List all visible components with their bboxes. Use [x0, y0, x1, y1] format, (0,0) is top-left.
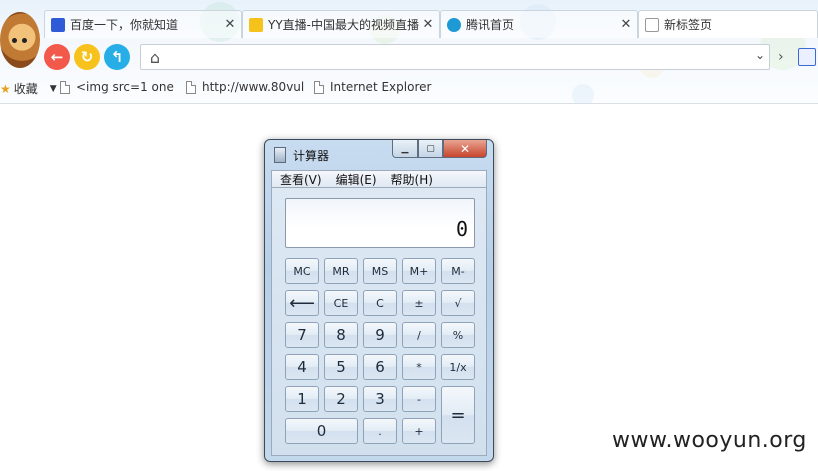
close-button[interactable]: ✕	[443, 140, 487, 158]
reciprocal-key[interactable]: 1/x	[441, 354, 475, 380]
menu-view[interactable]: 查看(V)	[280, 171, 322, 188]
calculator-window: 计算器 ▁ ▢ ✕ 查看(V) 编辑(E) 帮助(H) 0 MC MR MS M+ M-…	[264, 139, 494, 462]
favorite-item-label: Internet Explorer	[330, 80, 432, 94]
baidu-search-icon[interactable]	[798, 48, 816, 66]
back-button[interactable]: ←	[44, 44, 70, 70]
memory-subtract-key[interactable]: M-	[441, 258, 475, 284]
equals-key[interactable]: =	[441, 386, 475, 444]
address-input[interactable]	[171, 47, 751, 67]
baidu-paw-icon	[51, 17, 65, 32]
page-icon	[186, 80, 196, 94]
page-icon	[60, 80, 70, 94]
divide-key[interactable]: /	[402, 322, 436, 348]
tab-title: 新标签页	[664, 18, 713, 32]
percent-key[interactable]: %	[441, 322, 475, 348]
tab-yy[interactable]: YY直播-中国最大的视频直播 ✕	[242, 10, 440, 38]
add-key[interactable]: +	[402, 418, 436, 444]
memory-store-key[interactable]: MS	[363, 258, 397, 284]
backspace-key[interactable]: ⟵	[285, 290, 319, 316]
close-icon[interactable]: ✕	[619, 17, 633, 32]
menu-bar: 查看(V) 编辑(E) 帮助(H)	[271, 170, 487, 188]
tab-title: 百度一下，你就知道	[70, 18, 179, 32]
divider	[0, 103, 818, 104]
close-icon[interactable]: ✕	[223, 17, 237, 32]
favorite-item[interactable]: Internet Explorer	[314, 80, 431, 94]
tab-title: YY直播-中国最大的视频直播	[268, 18, 419, 32]
maximize-button[interactable]: ▢	[418, 140, 443, 158]
tab-bar: 百度一下，你就知道 ✕ YY直播-中国最大的视频直播 ✕ 腾讯首页 ✕ 新标签页	[44, 10, 818, 38]
digit-7-key[interactable]: 7	[285, 322, 319, 348]
menu-help[interactable]: 帮助(H)	[391, 171, 433, 188]
favorite-item[interactable]: http://www.80vul	[186, 80, 304, 94]
favorite-item[interactable]: <img src=1 one	[60, 80, 174, 94]
tab-baidu[interactable]: 百度一下，你就知道 ✕	[44, 10, 242, 38]
window-controls: ▁ ▢ ✕	[392, 140, 487, 158]
digit-3-key[interactable]: 3	[363, 386, 397, 412]
browser-chrome: 百度一下，你就知道 ✕ YY直播-中国最大的视频直播 ✕ 腾讯首页 ✕ 新标签页…	[0, 0, 818, 104]
favorites-bar: ★ 收藏 ▼ <img src=1 one http://www.80vul I…	[0, 76, 818, 100]
yy-icon	[249, 17, 263, 32]
star-icon: ★	[0, 81, 11, 96]
watermark: www.wooyun.org	[612, 428, 807, 453]
tab-title: 腾讯首页	[466, 18, 515, 32]
favorite-item-label: http://www.80vul	[202, 80, 305, 94]
clear-key[interactable]: C	[363, 290, 397, 316]
nav-bar: ← ↻ ↰ ⌂ ⌄ ›	[0, 40, 818, 74]
window-title: 计算器	[293, 149, 330, 163]
sign-toggle-key[interactable]: ±	[402, 290, 436, 316]
memory-clear-key[interactable]: MC	[285, 258, 319, 284]
digit-2-key[interactable]: 2	[324, 386, 358, 412]
memory-add-key[interactable]: M+	[402, 258, 436, 284]
calculator-icon	[274, 147, 286, 163]
page-icon	[314, 80, 324, 94]
address-bar[interactable]: ⌂ ⌄	[140, 44, 770, 70]
qq-icon	[447, 17, 461, 32]
menu-edit[interactable]: 编辑(E)	[336, 171, 377, 188]
digit-4-key[interactable]: 4	[285, 354, 319, 380]
digit-1-key[interactable]: 1	[285, 386, 319, 412]
multiply-key[interactable]: *	[402, 354, 436, 380]
digit-0-key[interactable]: 0	[285, 418, 358, 444]
tab-qq[interactable]: 腾讯首页 ✕	[440, 10, 638, 38]
calculator-display: 0	[285, 198, 475, 248]
favorites-label: 收藏	[13, 82, 38, 96]
tab-new[interactable]: 新标签页	[638, 10, 818, 38]
display-value: 0	[455, 217, 468, 241]
memory-recall-key[interactable]: MR	[324, 258, 358, 284]
undo-button[interactable]: ↰	[104, 44, 130, 70]
chevron-right-icon[interactable]: ›	[778, 49, 784, 65]
favorite-item-label: <img src=1 one	[76, 80, 174, 94]
clear-entry-key[interactable]: CE	[324, 290, 358, 316]
digit-6-key[interactable]: 6	[363, 354, 397, 380]
sqrt-key[interactable]: √	[441, 290, 475, 316]
digit-8-key[interactable]: 8	[324, 322, 358, 348]
refresh-button[interactable]: ↻	[74, 44, 100, 70]
close-icon[interactable]: ✕	[421, 17, 435, 32]
subtract-key[interactable]: -	[402, 386, 436, 412]
digit-5-key[interactable]: 5	[324, 354, 358, 380]
favorites-menu[interactable]: ★ 收藏 ▼	[0, 80, 57, 97]
home-icon[interactable]: ⌂	[145, 47, 165, 67]
minimize-button[interactable]: ▁	[392, 140, 418, 158]
calculator-body: 0 MC MR MS M+ M- ⟵ CE C ± √ 7 8 9/% 4 5 6 * 1/x 1 2 3- = 0. +	[271, 188, 487, 456]
decimal-key[interactable]: .	[363, 418, 397, 444]
digit-9-key[interactable]: 9	[363, 322, 397, 348]
blank-page-icon	[645, 17, 659, 32]
chevron-down-icon[interactable]: ⌄	[755, 48, 765, 62]
chevron-down-icon: ▼	[49, 83, 57, 94]
